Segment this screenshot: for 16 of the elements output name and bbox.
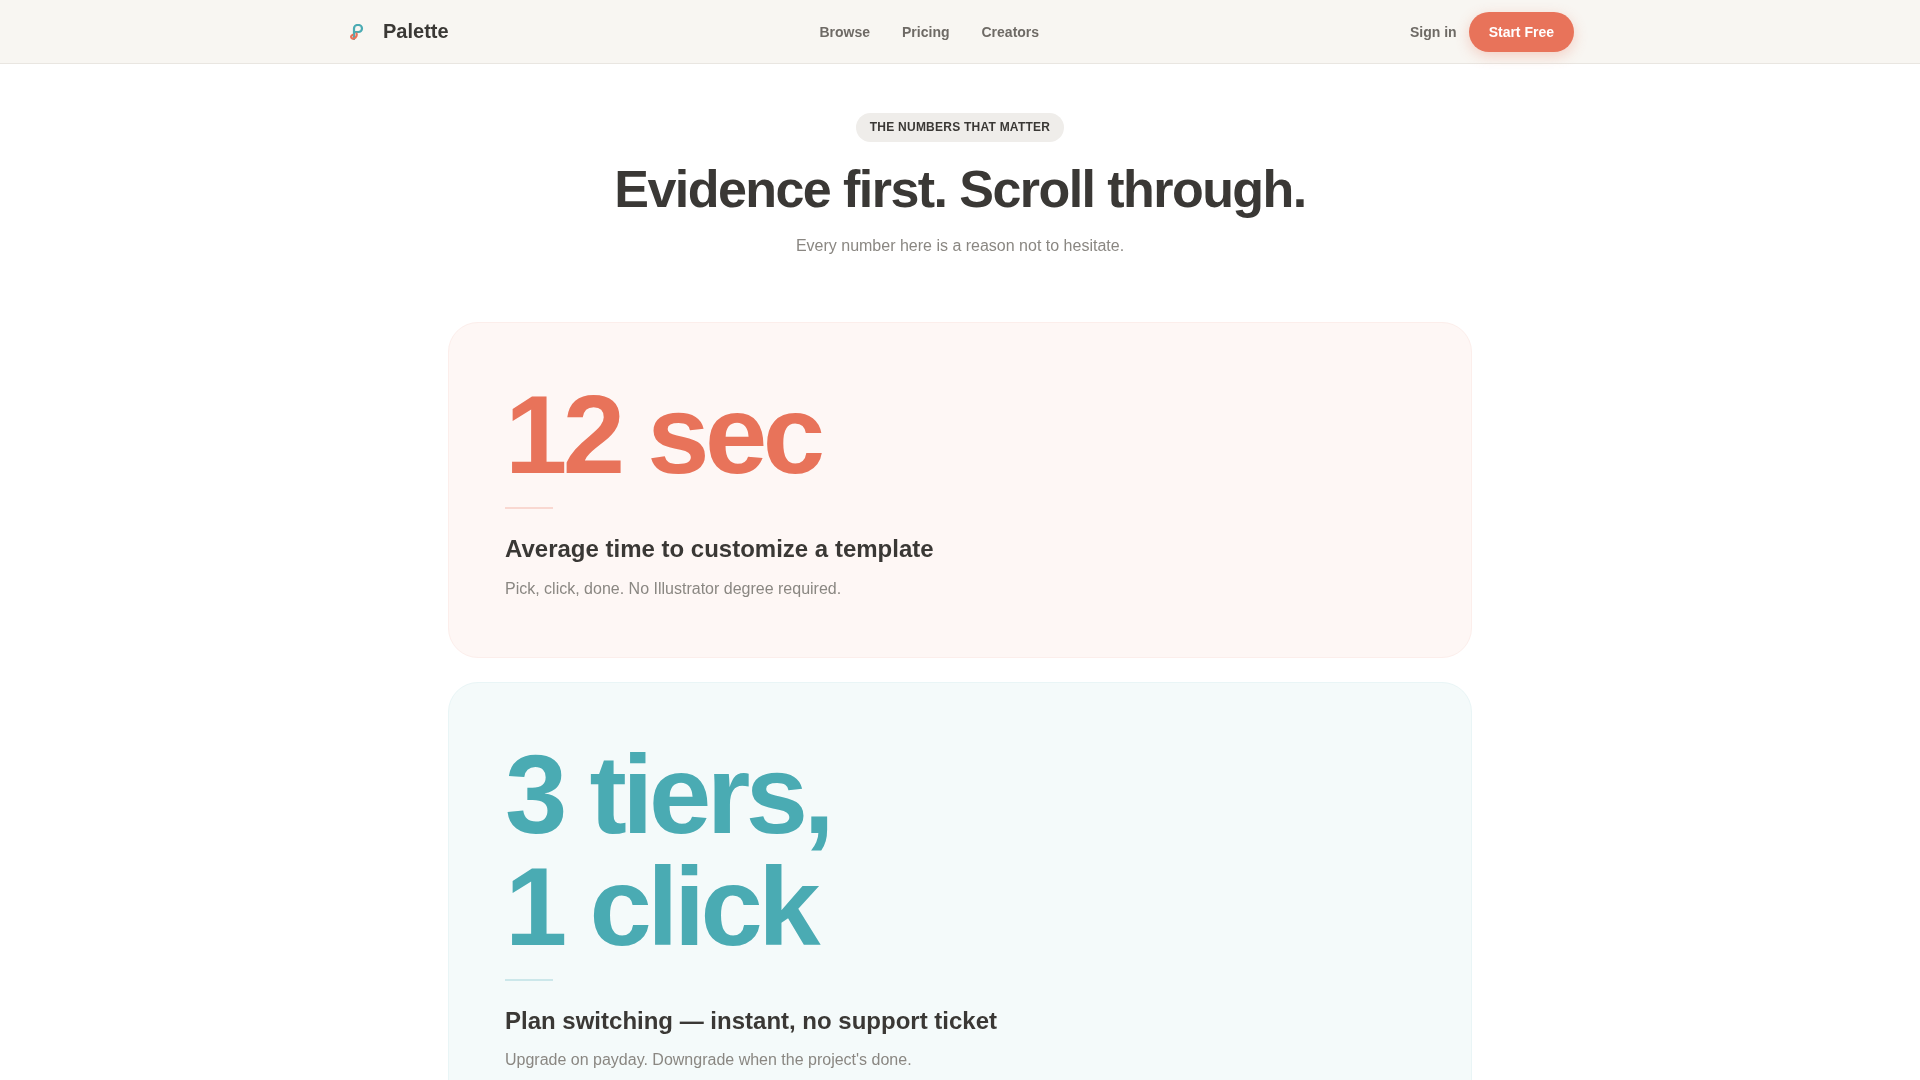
page-heading: Evidence first. Scroll through. — [614, 159, 1306, 220]
stat-heading: Average time to customize a template — [505, 534, 934, 565]
brand-link[interactable]: Palette — [350, 20, 449, 43]
page-subtitle: Every number here is a reason not to hesitate. — [795, 236, 1125, 257]
section-label: THE NUMBERS THAT MATTER — [855, 113, 1065, 142]
nav-link[interactable]: Pricing — [902, 23, 950, 40]
sign-in-link[interactable]: Sign in — [1409, 23, 1457, 40]
nav-link[interactable]: Creators — [981, 23, 1040, 40]
stat-value: 3 tiers, 1 click — [505, 738, 832, 963]
nav-link[interactable]: Browse — [819, 23, 871, 40]
stat-description: Upgrade on payday. Downgrade when the project's done. — [505, 1049, 912, 1070]
stat-heading: Plan switching — instant, no support ticket — [505, 1005, 998, 1036]
stat-value: 12 sec — [505, 379, 821, 492]
stat-description: Pick, click, done. No Illustrator degree required. — [505, 578, 842, 599]
start-free-button[interactable]: Start Free — [1468, 11, 1574, 52]
logo-icon — [350, 23, 364, 40]
